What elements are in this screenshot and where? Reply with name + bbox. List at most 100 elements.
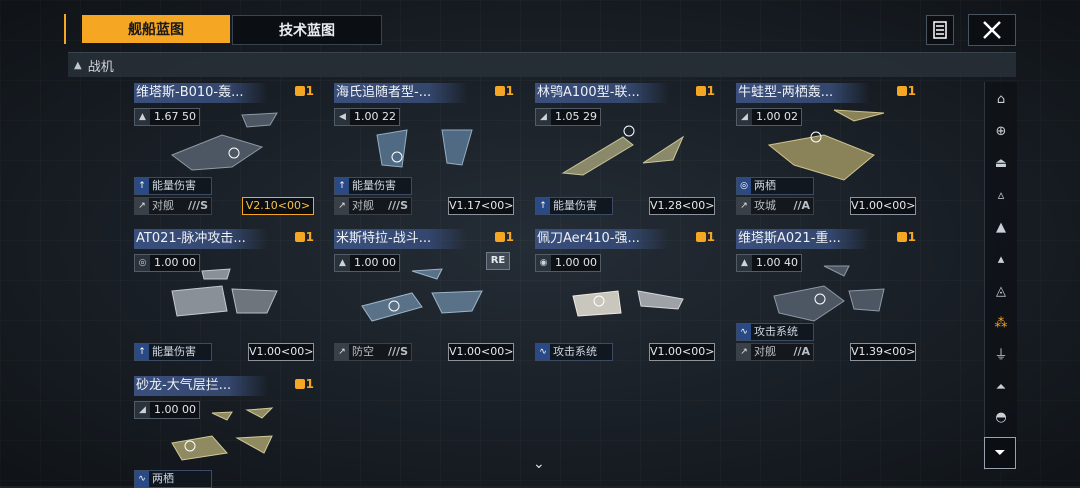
blueprint-count-icon xyxy=(896,232,907,242)
card-count: 1 xyxy=(494,230,514,244)
blueprint-card[interactable]: AT021-脉冲攻击... 1 ◎ 1.00 00 ↑ 能量伤害 V1.00<00> xyxy=(134,229,314,361)
gunship-icon[interactable]: ▴ xyxy=(991,250,1011,270)
card-version: V2.10<00> xyxy=(242,197,314,215)
top-left-accent xyxy=(64,14,72,44)
dome-icon[interactable]: ⏶ xyxy=(991,378,1011,398)
card-name: AT021-脉冲攻击... xyxy=(134,229,268,249)
role-icon: ↗ xyxy=(335,198,349,214)
cost-icon: ◢ xyxy=(737,109,752,125)
card-count: 1 xyxy=(896,230,916,244)
card-trait: ↑ 能量伤害 xyxy=(334,177,412,195)
blueprint-card[interactable]: 维塔斯-B010-轰... 1 ▲ 1.67 50 ↑ 能量伤害 ↗ 对舰///S V… xyxy=(134,83,314,215)
card-trait: ∿ 两栖 xyxy=(134,470,212,488)
cost-icon: ◀ xyxy=(335,109,350,125)
trait-icon: ∿ xyxy=(135,471,149,487)
card-count: 1 xyxy=(294,230,314,244)
card-trait: ↑ 能量伤害 xyxy=(134,177,212,195)
list-view-button[interactable] xyxy=(926,15,954,45)
corvette-icon[interactable]: ▲ xyxy=(991,218,1011,238)
blueprint-count-icon xyxy=(695,86,706,96)
card-version: V1.00<00> xyxy=(248,343,314,361)
trait-icon: ∿ xyxy=(536,344,550,360)
ship-image xyxy=(171,268,278,317)
card-name: 砂龙-大气层拦... xyxy=(134,376,268,396)
section-title: 战机 xyxy=(87,59,114,75)
card-version: V1.00<00> xyxy=(649,343,715,361)
blueprint-card[interactable]: 林鸮A100型-联... 1 ◢ 1.05 29 ↑ 能量伤害 V1.28<00> xyxy=(535,83,715,215)
filter-icon: ⏷ xyxy=(994,445,1006,461)
close-button[interactable] xyxy=(968,14,1016,46)
bomber-icon[interactable]: ⏚ xyxy=(991,346,1011,366)
blueprint-count-icon xyxy=(695,232,706,242)
ship-image xyxy=(767,109,885,181)
card-role: ↗ 对舰//A xyxy=(736,343,814,361)
ship-image xyxy=(171,407,274,461)
blueprint-card[interactable]: 维塔斯A021-重... 1 ▲ 1.00 40 ∿ 攻击系统 ↗ 对舰//A V1.… xyxy=(736,229,916,361)
card-count: 1 xyxy=(695,230,715,244)
top-bar: 舰船蓝图 技术蓝图 xyxy=(64,14,1016,46)
cost-icon: ◢ xyxy=(536,109,551,125)
card-count: 1 xyxy=(294,377,314,391)
trait-icon: ↑ xyxy=(135,344,149,360)
blueprint-count-icon xyxy=(494,232,505,242)
blueprint-card[interactable]: 海氏追随者型-... 1 ◀ 1.00 22 ↑ 能量伤害 ↗ 对舰///S V1.1… xyxy=(334,83,514,215)
cruiser-icon[interactable]: ⏏ xyxy=(991,154,1011,174)
card-name: 林鸮A100型-联... xyxy=(535,83,669,103)
blueprint-count-icon xyxy=(294,86,305,96)
blueprint-card[interactable]: 砂龙-大气层拦... 1 ◢ 1.00 00 ∿ 两栖 xyxy=(134,376,314,488)
cost-icon: ▲ xyxy=(135,109,150,125)
blueprint-card[interactable]: 佩刀Aer410-强... 1 ◉ 1.00 00 ∿ 攻击系统 V1.00<00> xyxy=(535,229,715,361)
card-version: V1.17<00> xyxy=(448,197,514,215)
tab-ship-blueprints[interactable]: 舰船蓝图 xyxy=(82,15,230,43)
ship-image xyxy=(170,112,278,171)
carrier-icon[interactable]: ⌂ xyxy=(991,90,1011,110)
filter-button[interactable]: ⏷ xyxy=(984,437,1016,469)
card-role: ↗ 对舰///S xyxy=(334,197,412,215)
card-name: 米斯特拉-战斗... xyxy=(334,229,468,249)
ship-image xyxy=(561,125,685,176)
card-role: ↗ 防空///S xyxy=(334,343,412,361)
card-role: ↗ 对舰///S xyxy=(134,197,212,215)
ship-image xyxy=(376,129,473,168)
blueprint-card[interactable]: 米斯特拉-战斗... 1 RE ▲ 1.00 00 ↗ 防空///S V1.00<0… xyxy=(334,229,514,361)
card-trait: ∿ 攻击系统 xyxy=(736,323,814,341)
card-role: ↗ 攻城//A xyxy=(736,197,814,215)
destroyer-icon[interactable]: ⊕ xyxy=(991,122,1011,142)
card-name: 海氏追随者型-... xyxy=(334,83,468,103)
blueprint-card[interactable]: 牛蛙型-两栖轰... 1 ◢ 1.00 02 ◎ 两栖 ↗ 攻城//A V1.00<0… xyxy=(736,83,916,215)
card-trait: ↑ 能量伤害 xyxy=(134,343,212,361)
support-icon[interactable]: ◬ xyxy=(991,282,1011,302)
card-count: 1 xyxy=(494,84,514,98)
fighter-icon[interactable]: ⁂ xyxy=(991,314,1011,334)
fighter-category-icon: ▲ xyxy=(74,59,82,71)
blueprint-count-icon xyxy=(294,232,305,242)
card-name: 佩刀Aer410-强... xyxy=(535,229,669,249)
section-header: ▲ 战机 xyxy=(68,52,1016,77)
scroll-down-chevron-icon[interactable]: ⌄ xyxy=(533,456,545,472)
role-icon: ↗ xyxy=(335,344,349,360)
trait-icon: ↑ xyxy=(536,198,550,214)
card-count: 1 xyxy=(294,84,314,98)
card-version: V1.00<00> xyxy=(448,343,514,361)
trait-icon: ↑ xyxy=(335,178,349,194)
blueprint-count-icon xyxy=(294,379,305,389)
card-trait: ∿ 攻击系统 xyxy=(535,343,613,361)
role-icon: ↗ xyxy=(737,198,751,214)
frigate-icon[interactable]: ▵ xyxy=(991,186,1011,206)
trait-icon: ∿ xyxy=(737,324,751,340)
card-name: 牛蛙型-两栖轰... xyxy=(736,83,870,103)
station-icon[interactable]: ◓ xyxy=(991,408,1011,428)
cost-icon: ◢ xyxy=(135,402,150,418)
trait-icon: ↑ xyxy=(135,178,149,194)
tab-tech-blueprints[interactable]: 技术蓝图 xyxy=(232,15,382,45)
ship-image xyxy=(572,290,684,317)
close-icon xyxy=(983,21,1001,39)
role-icon: ↗ xyxy=(737,344,751,360)
card-count: 1 xyxy=(896,84,916,98)
card-count: 1 xyxy=(695,84,715,98)
document-list-icon xyxy=(933,21,947,39)
cost-icon: ▲ xyxy=(737,255,752,271)
card-version: V1.28<00> xyxy=(649,197,715,215)
ship-image xyxy=(773,265,885,322)
category-filter-rail: ⌂ ⊕ ⏏ ▵ ▲ ▴ ◬ ⁂ ⏚ ⏶ ◓ xyxy=(984,82,1017,470)
